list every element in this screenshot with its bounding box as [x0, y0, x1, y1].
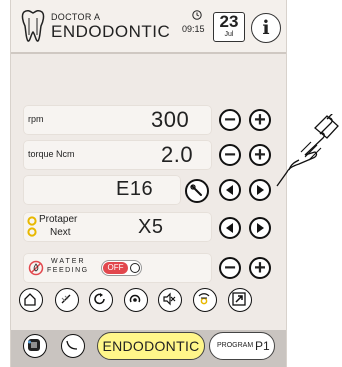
home-button[interactable]	[19, 288, 43, 312]
torque-value: 2.0	[161, 142, 194, 167]
file-select-button[interactable]	[61, 334, 85, 358]
file-system-line2: Next	[50, 227, 71, 238]
file-prev-button[interactable]	[219, 217, 241, 239]
pointing-hand-icon	[276, 114, 339, 187]
water-label-top: WATER	[51, 258, 86, 265]
rotation-button[interactable]	[89, 288, 113, 312]
speed-label: rpm	[28, 114, 44, 124]
calibration-icon	[198, 293, 210, 305]
arrow-right-icon	[257, 185, 264, 195]
calibration-button[interactable]	[193, 288, 217, 312]
mute-button[interactable]	[158, 288, 182, 312]
program-value: P1	[255, 339, 270, 353]
time-display: 09:15	[182, 24, 205, 34]
program-button[interactable]: PROGRAM P1	[209, 332, 275, 360]
torque-panel: torque Ncm 2.0	[23, 140, 212, 170]
home-icon	[24, 293, 36, 306]
apex-icon	[61, 294, 71, 304]
water-off-icon	[28, 260, 44, 276]
brand-subtitle: DOCTOR A	[51, 12, 101, 22]
toggle-off-label: OFF	[103, 262, 128, 274]
program-label: PROGRAM	[217, 342, 254, 349]
speed-value: 300	[151, 107, 190, 132]
speed-panel: rpm 300	[23, 105, 212, 135]
error-panel: E16	[23, 175, 181, 205]
mute-icon	[163, 292, 176, 306]
external-arrow-icon	[232, 292, 246, 306]
list-menu-icon	[28, 339, 40, 351]
brand-title: ENDODONTIC	[51, 22, 171, 41]
torque-minus-button[interactable]: −	[219, 144, 241, 166]
torque-label: torque Ncm	[28, 149, 75, 159]
error-next-button[interactable]	[249, 179, 271, 201]
file-rings-icon	[27, 216, 37, 237]
rotate-icon	[94, 293, 105, 305]
toggle-knob	[130, 263, 140, 273]
menu-button[interactable]	[23, 334, 47, 358]
arrow-left-icon	[226, 223, 233, 233]
reciprocating-button[interactable]	[124, 288, 148, 312]
calendar-day: 23	[219, 12, 239, 31]
water-feeding-toggle[interactable]: OFF	[101, 260, 142, 276]
clock-icon	[192, 10, 202, 20]
header: DOCTOR A ENDODONTIC 09:15 23 Jul i	[11, 0, 286, 54]
endo-file-icon	[66, 340, 78, 350]
error-prev-button[interactable]	[219, 179, 241, 201]
calendar-month: Jul	[224, 31, 234, 38]
file-next-button[interactable]	[249, 217, 271, 239]
file-panel: Protaper Next X5	[23, 212, 212, 242]
water-minus-button[interactable]: −	[219, 257, 241, 279]
info-button[interactable]: i	[251, 13, 281, 43]
file-size: X5	[138, 216, 164, 238]
calendar-button[interactable]: 23 Jul	[213, 12, 245, 42]
speed-minus-button[interactable]: −	[219, 109, 241, 131]
apex-button[interactable]	[55, 288, 79, 312]
speed-plus-button[interactable]: +	[249, 109, 271, 131]
reciprocate-icon	[129, 294, 141, 303]
device-screen: DOCTOR A ENDODONTIC 09:15 23 Jul i rpm 3…	[10, 0, 287, 367]
water-label-bottom: FEEDING	[47, 267, 89, 274]
arrow-right-icon	[257, 223, 264, 233]
file-system-line1: Protaper	[39, 214, 78, 225]
arrow-left-icon	[226, 185, 233, 195]
wrench-button[interactable]	[185, 179, 209, 203]
torque-plus-button[interactable]: +	[249, 144, 271, 166]
wrench-icon	[190, 184, 202, 196]
water-plus-button[interactable]: +	[249, 257, 271, 279]
mode-button[interactable]: ENDODONTIC	[97, 332, 205, 360]
tooth-logo-icon	[21, 9, 45, 42]
error-code: E16	[116, 178, 154, 200]
exit-button[interactable]	[228, 288, 252, 312]
